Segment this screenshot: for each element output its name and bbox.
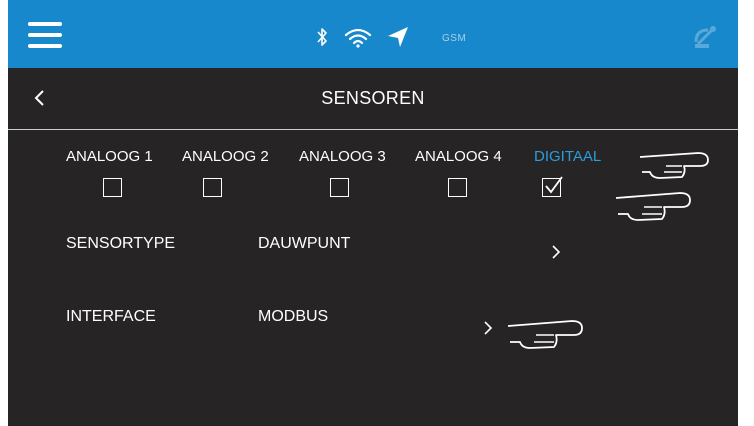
bluetooth-icon	[317, 28, 327, 46]
tab-analoog-4[interactable]: ANALOOG 4	[415, 148, 502, 165]
interface-label: INTERFACE	[66, 308, 156, 325]
tab-analoog-2[interactable]: ANALOOG 2	[182, 148, 269, 165]
sensortype-label: SENSORTYPE	[66, 235, 176, 252]
checkbox-analoog-1[interactable]	[103, 178, 122, 197]
sensortype-value[interactable]: DAUWPUNT	[258, 235, 350, 253]
page-title: SENSOREN	[321, 88, 425, 108]
tab-digitaal[interactable]: DIGITAAL	[534, 148, 601, 165]
page-header: SENSOREN	[8, 68, 738, 130]
checkbox-analoog-4[interactable]	[448, 178, 467, 197]
checkbox-analoog-2[interactable]	[203, 178, 222, 197]
pointing-hand-icon	[615, 192, 691, 221]
hamburger-menu-icon[interactable]	[28, 22, 62, 48]
tab-analoog-1[interactable]: ANALOOG 1	[66, 148, 153, 165]
device-screen: GSM SENSOREN ANALOOG 1 ANALOOG 2 ANALOOG…	[8, 0, 738, 426]
top-status-bar: GSM	[8, 0, 738, 68]
interface-value[interactable]: MODBUS	[258, 308, 328, 326]
pointing-hand-icon	[639, 152, 709, 179]
checkbox-digitaal[interactable]	[542, 176, 563, 197]
gsm-label: GSM	[442, 33, 467, 44]
tab-analoog-3[interactable]: ANALOOG 3	[299, 148, 386, 165]
interface-chevron-right-icon[interactable]	[480, 320, 496, 336]
location-arrow-icon	[388, 27, 408, 47]
checkmark-icon	[545, 176, 563, 194]
wifi-icon	[344, 28, 372, 48]
satellite-dish-icon[interactable]	[692, 22, 720, 50]
checkbox-analoog-3[interactable]	[330, 178, 349, 197]
sensortype-chevron-right-icon[interactable]	[548, 244, 564, 260]
pointing-hand-icon	[507, 320, 583, 349]
